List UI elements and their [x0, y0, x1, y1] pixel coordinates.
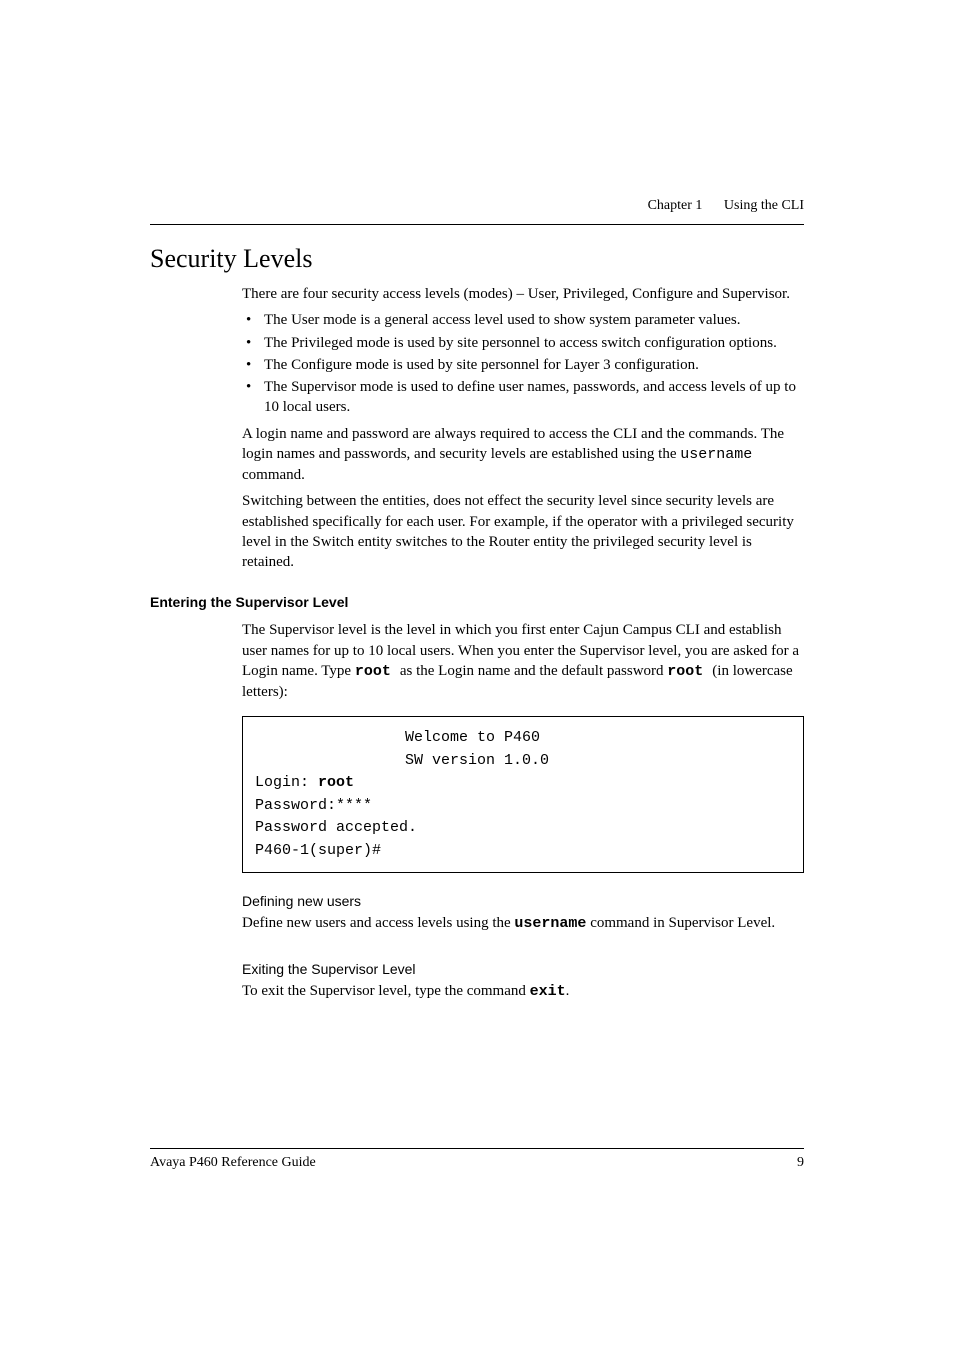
text: To exit the Supervisor level, type the c… — [242, 983, 530, 999]
list-item: The User mode is a general access level … — [242, 310, 804, 330]
supervisor-body: The Supervisor level is the level in whi… — [242, 620, 804, 1002]
text: as the Login name and the default passwo… — [400, 663, 667, 679]
code-line: SW version 1.0.0 — [255, 750, 791, 773]
supervisor-paragraph: The Supervisor level is the level in whi… — [242, 620, 804, 702]
footer-left: Avaya P460 Reference Guide — [150, 1155, 316, 1171]
exiting-paragraph: To exit the Supervisor level, type the c… — [242, 981, 804, 1002]
spacer — [242, 941, 804, 955]
running-header: Chapter 1 Using the CLI — [648, 198, 804, 214]
text: Login: — [255, 774, 318, 791]
inline-command: root — [667, 663, 712, 680]
code-line: P460-1(super)# — [255, 840, 791, 863]
content-area: Security Levels There are four security … — [150, 244, 804, 1008]
footer-rule — [150, 1148, 804, 1149]
page-number: 9 — [797, 1155, 804, 1171]
supervisor-heading: Entering the Supervisor Level — [150, 594, 804, 610]
list-item: The Supervisor mode is used to define us… — [242, 377, 804, 418]
chapter-label: Chapter 1 — [648, 198, 703, 213]
inline-command: root — [355, 663, 400, 680]
code-line: Welcome to P460 — [255, 727, 791, 750]
login-value: root — [318, 774, 354, 791]
page-footer: Avaya P460 Reference Guide 9 — [150, 1148, 804, 1171]
code-line: Password accepted. — [255, 817, 791, 840]
text: command in Supervisor Level. — [586, 915, 775, 931]
code-line: Login: root — [255, 772, 791, 795]
defining-paragraph: Define new users and access levels using… — [242, 913, 804, 934]
header-rule — [150, 224, 804, 225]
switching-paragraph: Switching between the entities, does not… — [242, 491, 804, 572]
section-heading: Security Levels — [150, 244, 804, 274]
text: . — [566, 983, 570, 999]
list-item: The Privileged mode is used by site pers… — [242, 333, 804, 353]
intro-paragraph: There are four security access levels (m… — [242, 284, 804, 304]
code-line: Password:**** — [255, 795, 791, 818]
chapter-title: Using the CLI — [724, 198, 804, 213]
inline-command: exit — [530, 983, 566, 1000]
list-item: The Configure mode is used by site perso… — [242, 355, 804, 375]
mode-list: The User mode is a general access level … — [242, 310, 804, 417]
text: command. — [242, 467, 305, 483]
page: Chapter 1 Using the CLI Security Levels … — [0, 0, 954, 1351]
footer-row: Avaya P460 Reference Guide 9 — [150, 1155, 804, 1171]
exiting-heading: Exiting the Supervisor Level — [242, 961, 804, 977]
login-paragraph: A login name and password are always req… — [242, 424, 804, 486]
inline-command: username — [680, 446, 752, 463]
inline-command: username — [514, 915, 586, 932]
section-body: There are four security access levels (m… — [242, 284, 804, 572]
terminal-output: Welcome to P460SW version 1.0.0Login: ro… — [242, 716, 804, 873]
text: Define new users and access levels using… — [242, 915, 514, 931]
defining-heading: Defining new users — [242, 893, 804, 909]
